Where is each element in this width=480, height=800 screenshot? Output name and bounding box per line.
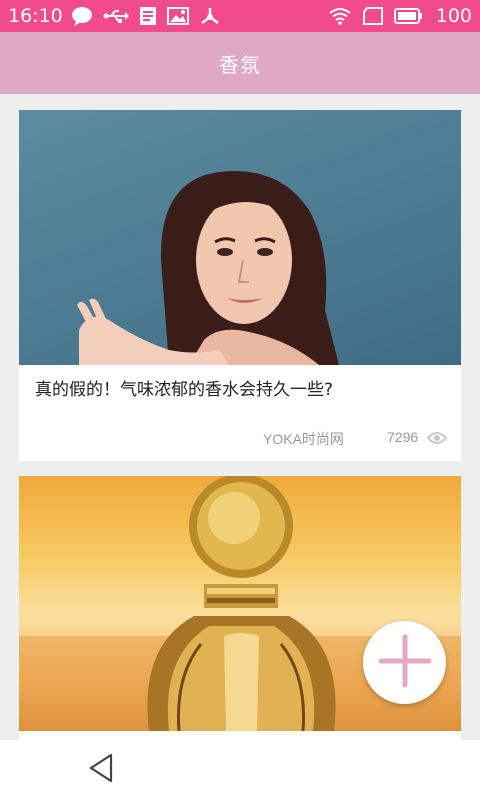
usb-icon	[103, 8, 129, 24]
back-button[interactable]	[84, 752, 118, 788]
back-triangle-icon	[88, 753, 114, 787]
status-bar: 16:10 100	[0, 0, 480, 32]
eye-icon	[426, 430, 448, 449]
view-count: 7296	[387, 429, 419, 445]
battery-level: 100	[435, 5, 472, 27]
image-icon	[166, 7, 189, 25]
usb-debug-icon	[199, 6, 221, 26]
plus-icon	[377, 633, 433, 693]
status-time: 16:10	[8, 5, 63, 27]
battery-icon	[393, 8, 422, 24]
article-title[interactable]: 真的假的！气味浓郁的香水会持久一些?	[35, 375, 333, 400]
document-icon	[139, 6, 157, 26]
sim-icon	[362, 7, 384, 25]
article-source: YOKA时尚网	[263, 431, 344, 447]
navigation-bar	[0, 740, 480, 800]
add-button[interactable]	[363, 621, 446, 704]
app-bar: 香氛	[0, 32, 480, 94]
chat-bubble-icon	[71, 6, 93, 26]
page-title: 香氛	[219, 52, 261, 77]
article-meta: YOKA时尚网 7296	[19, 429, 461, 449]
woman-portrait-image	[19, 110, 461, 365]
wifi-icon	[328, 7, 352, 25]
article-card[interactable]: 真的假的！气味浓郁的香水会持久一些? YOKA时尚网 7296	[19, 110, 461, 461]
